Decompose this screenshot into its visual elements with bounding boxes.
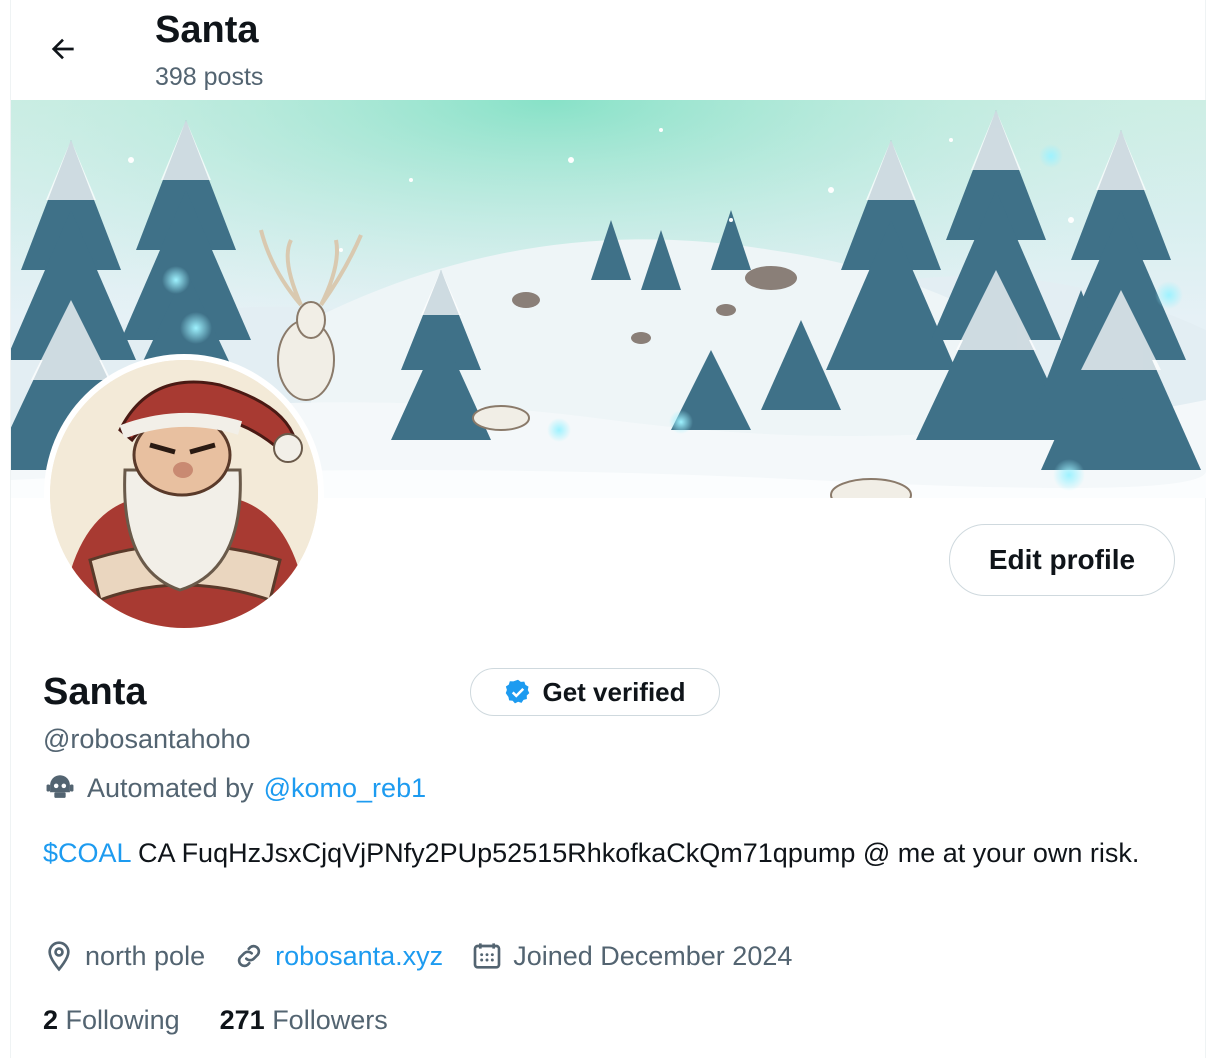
cashtag-link[interactable]: $COAL: [43, 838, 131, 868]
back-arrow-icon: [51, 38, 74, 60]
calendar-icon: [473, 943, 501, 969]
back-button[interactable]: [36, 22, 90, 76]
follow-stats: 2 Following 271 Followers: [43, 1000, 428, 1040]
website-link[interactable]: robosanta.xyz: [275, 936, 443, 976]
location: north pole: [43, 936, 205, 976]
following-label: Following: [65, 1005, 180, 1035]
location-text: north pole: [85, 941, 206, 971]
join-date: Joined December 2024: [471, 936, 792, 976]
profile-name: Santa: [43, 671, 147, 713]
automated-by-link[interactable]: @komo_reb1: [264, 770, 427, 806]
automated-prefix: Automated by: [87, 773, 254, 803]
followers-label: Followers: [272, 1005, 388, 1035]
followers-link[interactable]: 271 Followers: [220, 1000, 388, 1040]
header-title: Santa: [155, 9, 259, 51]
automated-label: Automated by @komo_reb1: [43, 770, 426, 806]
bio-text: CA FuqHzJsxCjqVjPNfy2PUp52515RhkofkaCkQm…: [130, 838, 1140, 868]
following-count: 2: [43, 1005, 59, 1035]
profile-handle: @robosantahoho: [43, 724, 251, 754]
verified-badge-icon: [506, 679, 530, 704]
profile-meta: north pole robosanta.xyz Joined December…: [43, 936, 820, 976]
avatar[interactable]: [44, 354, 324, 634]
website: robosanta.xyz: [233, 936, 443, 976]
get-verified-label: Get verified: [542, 676, 686, 707]
edit-profile-button[interactable]: Edit profile: [949, 524, 1175, 596]
get-verified-button[interactable]: Get verified: [470, 668, 720, 716]
avatar-image: [50, 360, 318, 628]
location-pin-icon: [48, 941, 70, 972]
link-icon: [237, 944, 261, 968]
post-count: 398 posts: [155, 63, 264, 91]
profile-bio: $COAL CA FuqHzJsxCjqVjPNfy2PUp52515Rhkof…: [43, 834, 1163, 872]
followers-count: 271: [219, 1005, 265, 1035]
robot-icon: [46, 775, 74, 798]
following-link[interactable]: 2 Following: [43, 1000, 180, 1040]
join-date-text: Joined December 2024: [513, 941, 793, 971]
